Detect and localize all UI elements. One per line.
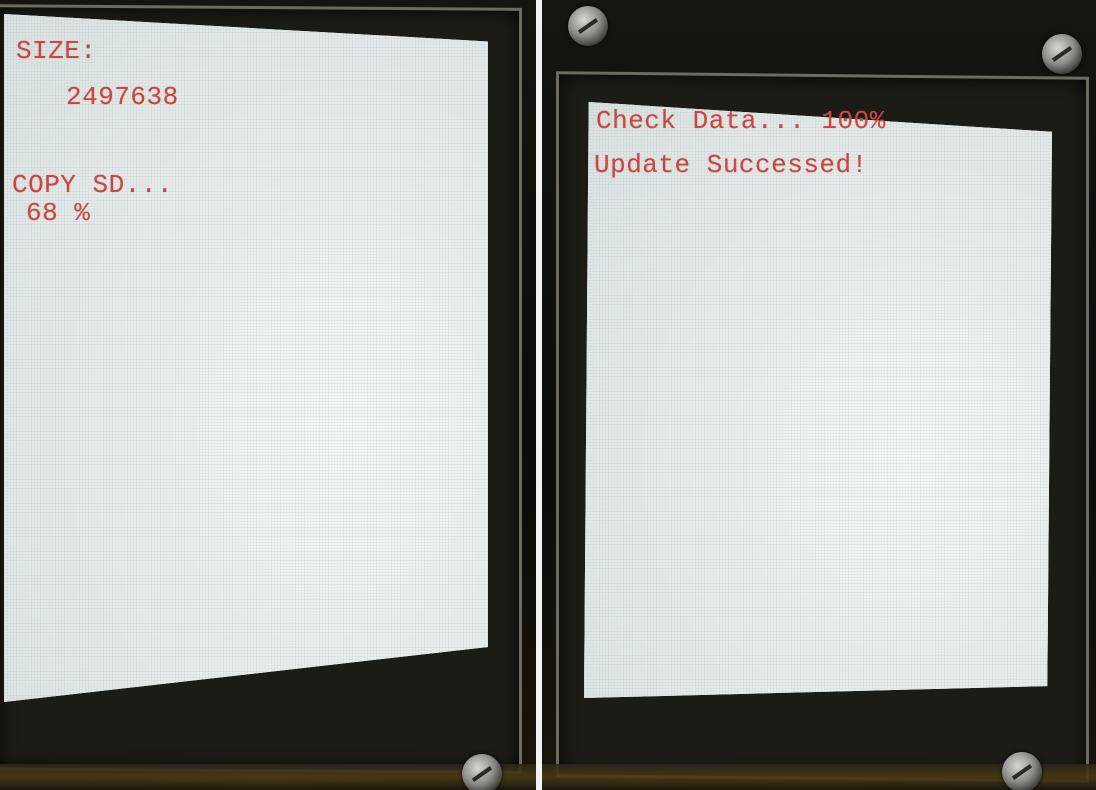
pcb-edge (0, 764, 536, 790)
lcd-screen: SIZE: 2497638 COPY SD... 68 % (4, 14, 488, 702)
lcd-screen (584, 102, 1052, 698)
copy-progress-value: 68 % (26, 198, 91, 228)
check-data-status: Check Data... 100% (596, 106, 886, 136)
right-lcd-photo: Check Data... 100% Update Successed! (542, 0, 1096, 790)
size-value: 2497638 (66, 82, 179, 112)
photo-collage: SIZE: 2497638 COPY SD... 68 % Check Data… (0, 0, 1096, 790)
screw-icon (462, 754, 502, 790)
screw-icon (1042, 34, 1082, 74)
copy-status-label: COPY SD... (12, 170, 174, 200)
left-lcd-photo: SIZE: 2497638 COPY SD... 68 % (0, 0, 536, 790)
screw-icon (1002, 752, 1042, 790)
update-result-message: Update Successed! (594, 150, 868, 180)
screw-icon (568, 6, 608, 46)
size-label: SIZE: (16, 36, 97, 66)
